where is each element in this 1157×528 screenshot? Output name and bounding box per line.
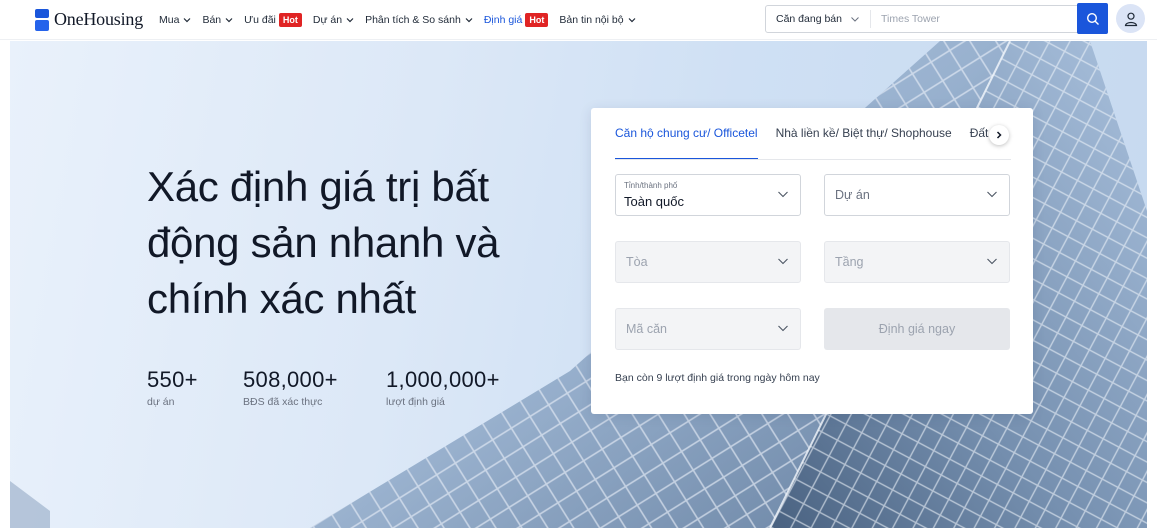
chevron-down-icon	[778, 191, 788, 198]
logo-icon	[35, 8, 49, 31]
stat-label: lượt định giá	[386, 396, 445, 408]
nav-label: Định giá	[483, 13, 523, 26]
chevron-down-icon	[465, 17, 473, 22]
tab-land[interactable]: Đất	[970, 122, 989, 159]
chevron-down-icon	[778, 258, 788, 265]
chevron-down-icon	[225, 17, 233, 22]
nav-item-ban-tin[interactable]: Bản tin nội bộ	[559, 13, 636, 26]
account-button[interactable]	[1116, 4, 1145, 33]
chevron-right-icon	[996, 131, 1002, 139]
stat-label: dự án	[147, 396, 175, 408]
nav-label: Dự án	[312, 13, 343, 26]
stat-value: 550+	[147, 367, 198, 392]
stat-verified: 508,000+ BĐS đã xác thực	[243, 367, 338, 408]
stat-value: 508,000+	[243, 367, 338, 392]
property-type-tabs: Căn hộ chung cư/ Officetel Nhà liền kề/ …	[615, 122, 1011, 160]
tab-apartment[interactable]: Căn hộ chung cư/ Officetel	[615, 122, 758, 159]
nav-item-mua[interactable]: Mua	[159, 14, 191, 26]
valuate-now-button[interactable]: Định giá ngay	[824, 308, 1010, 350]
search-icon	[1086, 12, 1099, 25]
search-input[interactable]	[871, 13, 1061, 25]
nav-item-du-an[interactable]: Dự án	[313, 14, 354, 26]
building-placeholder: Tòa	[626, 255, 648, 269]
hero-title: Xác định giá trị bất động sản nhanh và c…	[147, 163, 500, 322]
main-nav: Mua Bán Ưu đãi Hot Dự án Phân tích & So …	[159, 12, 647, 27]
chevron-down-icon	[987, 191, 997, 198]
building-select[interactable]: Tòa	[615, 241, 801, 283]
nav-item-phan-tich[interactable]: Phân tích & So sánh	[365, 14, 473, 26]
tab-townhouse[interactable]: Nhà liền kề/ Biệt thự/ Shophouse	[776, 122, 952, 159]
nav-label: Mua	[159, 13, 180, 26]
nav-label: Bán	[202, 13, 222, 26]
floor-placeholder: Tầng	[835, 255, 864, 269]
search-bar: Căn đang bán	[765, 5, 1101, 33]
remaining-quota-text: Bạn còn 9 lượt định giá trong ngày hôm n…	[615, 372, 820, 384]
user-icon	[1124, 12, 1137, 26]
stat-label: BĐS đã xác thực	[243, 396, 323, 408]
city-label: Tỉnh/thành phố	[624, 181, 678, 190]
tabs-next-button[interactable]	[989, 125, 1009, 145]
hot-badge: Hot	[278, 12, 302, 27]
project-placeholder: Dự án	[835, 188, 870, 202]
brand-logo[interactable]: OneHousing	[35, 8, 143, 31]
chevron-down-icon	[628, 17, 636, 22]
stat-valuations: 1,000,000+ lượt định giá	[386, 367, 500, 408]
floor-select[interactable]: Tầng	[824, 241, 1010, 283]
nav-item-uu-dai[interactable]: Ưu đãi Hot	[244, 12, 302, 27]
nav-item-ban[interactable]: Bán	[202, 14, 233, 26]
stat-value: 1,000,000+	[386, 367, 500, 392]
hot-badge: Hot	[525, 12, 549, 27]
nav-label: Bản tin nội bộ	[559, 13, 624, 26]
unit-code-placeholder: Mã căn	[626, 322, 667, 336]
nav-label: Ưu đãi	[244, 13, 276, 26]
top-header: OneHousing Mua Bán Ưu đãi Hot Dự án Phân…	[0, 0, 1157, 40]
unit-code-select[interactable]: Mã căn	[615, 308, 801, 350]
nav-item-dinh-gia[interactable]: Định giá Hot	[483, 12, 549, 27]
search-button[interactable]	[1077, 3, 1108, 34]
brand-name: OneHousing	[54, 9, 143, 29]
chevron-down-icon	[987, 258, 997, 265]
chevron-down-icon	[346, 17, 354, 22]
chevron-down-icon	[184, 17, 191, 22]
valuation-card: Căn hộ chung cư/ Officetel Nhà liền kề/ …	[591, 108, 1033, 414]
search-type-label: Căn đang bán	[776, 13, 842, 25]
city-value: Toàn quốc	[624, 194, 684, 209]
search-type-select[interactable]: Căn đang bán	[766, 10, 871, 28]
chevron-down-icon	[851, 17, 859, 22]
city-select[interactable]: Tỉnh/thành phố Toàn quốc	[615, 174, 801, 216]
nav-label: Phân tích & So sánh	[365, 13, 461, 26]
stat-projects: 550+ dự án	[147, 367, 198, 408]
project-select[interactable]: Dự án	[824, 174, 1010, 216]
chevron-down-icon	[778, 325, 788, 332]
